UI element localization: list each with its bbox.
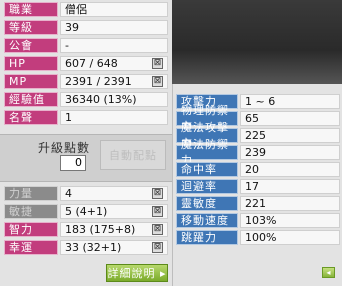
luk-label: 幸運 xyxy=(4,239,58,255)
hands-row: 靈敏度 221 xyxy=(176,195,340,211)
dex-row: 敏捷 5 (4+1) xyxy=(4,203,168,219)
str-row: 力量 4 xyxy=(4,185,168,201)
detail-button[interactable]: 詳細說明 ▸ xyxy=(106,264,168,282)
int-label: 智力 xyxy=(4,221,58,237)
wdef-value: 65 xyxy=(240,110,340,126)
hp-add-icon[interactable]: ⊠ xyxy=(152,58,163,69)
hp-row: HP 607 / 648 xyxy=(4,55,168,71)
avoid-label: 迴避率 xyxy=(176,178,238,194)
ability-points-label: 升級點數 xyxy=(38,141,91,155)
exp-value: 36340 (13%) xyxy=(60,91,168,107)
mdef-value: 239 xyxy=(240,144,340,160)
guild-row: 公會 - xyxy=(4,37,168,53)
accuracy-row: 命中率 20 xyxy=(176,161,340,177)
jump-value: 100% xyxy=(240,229,340,245)
ability-points-value: 0 xyxy=(60,155,86,171)
mdef-row: 魔法防禦力 239 xyxy=(176,138,340,167)
jump-row: 跳躍力 100% xyxy=(176,229,340,245)
accuracy-label: 命中率 xyxy=(176,161,238,177)
job-row: 職業 僧侶 xyxy=(4,1,168,17)
mp-row: MP 2391 / 2391 xyxy=(4,73,168,89)
dex-add-icon[interactable]: ⊠ xyxy=(152,206,163,217)
attack-value: 1 ~ 6 xyxy=(240,93,340,109)
luk-add-icon[interactable]: ⊠ xyxy=(152,242,163,253)
accuracy-value: 20 xyxy=(240,161,340,177)
str-label: 力量 xyxy=(4,185,58,201)
matk-value: 225 xyxy=(240,127,340,143)
hands-label: 靈敏度 xyxy=(176,195,238,211)
dex-label: 敏捷 xyxy=(4,203,58,219)
avoid-value: 17 xyxy=(240,178,340,194)
mp-label: MP xyxy=(4,73,58,89)
collapse-icon[interactable]: ◂ xyxy=(322,267,335,278)
level-label: 等級 xyxy=(4,19,58,35)
int-add-icon[interactable]: ⊠ xyxy=(152,224,163,235)
jump-label: 跳躍力 xyxy=(176,229,238,245)
mp-add-icon[interactable]: ⊠ xyxy=(152,76,163,87)
speed-value: 103% xyxy=(240,212,340,228)
background-scene xyxy=(172,0,342,84)
job-label: 職業 xyxy=(4,1,58,17)
auto-assign-button[interactable]: 自動配點 xyxy=(100,140,166,170)
guild-value: - xyxy=(60,37,168,53)
int-row: 智力 183 (175+8) xyxy=(4,221,168,237)
exp-row: 經驗值 36340 (13%) xyxy=(4,91,168,107)
guild-label: 公會 xyxy=(4,37,58,53)
speed-label: 移動速度 xyxy=(176,212,238,228)
fame-row: 名聲 1 xyxy=(4,109,168,125)
hp-label: HP xyxy=(4,55,58,71)
job-value: 僧侶 xyxy=(60,1,168,17)
level-value: 39 xyxy=(60,19,168,35)
hands-value: 221 xyxy=(240,195,340,211)
str-add-icon[interactable]: ⊠ xyxy=(152,188,163,199)
avoid-row: 迴避率 17 xyxy=(176,178,340,194)
mdef-label: 魔法防禦力 xyxy=(176,138,238,167)
speed-row: 移動速度 103% xyxy=(176,212,340,228)
fame-value: 1 xyxy=(60,109,168,125)
level-row: 等級 39 xyxy=(4,19,168,35)
luk-row: 幸運 33 (32+1) xyxy=(4,239,168,255)
fame-label: 名聲 xyxy=(4,109,58,125)
exp-label: 經驗值 xyxy=(4,91,58,107)
